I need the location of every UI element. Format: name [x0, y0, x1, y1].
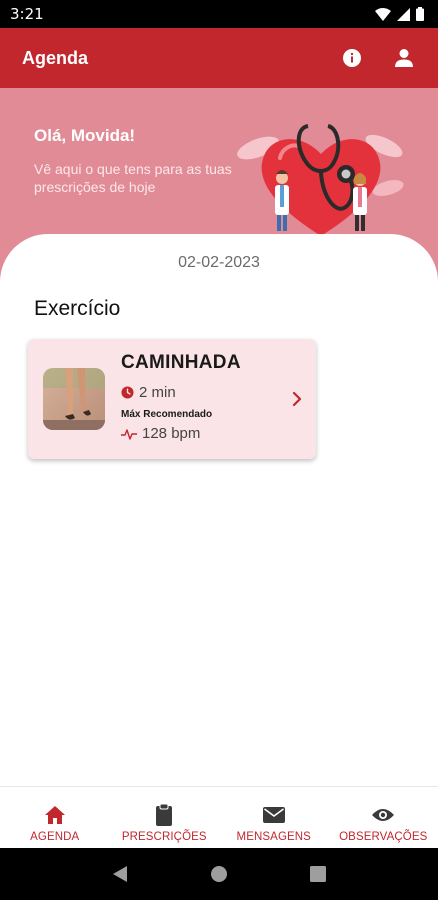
app-actions: [340, 46, 416, 70]
clipboard-icon: [156, 804, 173, 826]
heart-doctors-illustration: [237, 124, 404, 236]
status-bar: 3:21: [0, 0, 438, 28]
status-icons: [375, 7, 424, 21]
signal-icon: [397, 7, 410, 21]
system-navigation-bar: [0, 848, 438, 900]
exercise-duration: 2 min: [139, 384, 176, 401]
nav-label-prescricoes: PRESCRIÇÕES: [121, 831, 207, 843]
heart-rate-icon: [121, 428, 137, 440]
app-title: Agenda: [22, 47, 89, 68]
exercise-duration-row: 2 min: [121, 384, 176, 401]
eye-icon: [372, 809, 395, 821]
exercise-card[interactable]: CAMINHADA 2 min Máx Recomendado 128 bpm: [28, 339, 316, 459]
exercise-thumbnail: [43, 368, 105, 430]
back-triangle-icon: [112, 866, 127, 882]
info-icon: [343, 49, 361, 67]
bottom-navigation: AGENDA PRESCRIÇÕES MENSAGENS OBSERVAÇÕES: [0, 786, 438, 848]
agenda-date: 02-02-2023: [178, 254, 260, 271]
home-circle-icon: [210, 866, 227, 882]
nav-item-mensagens[interactable]: MENSAGENS: [219, 787, 329, 848]
wifi-icon: [375, 7, 391, 21]
home-icon: [44, 806, 65, 824]
back-button[interactable]: [108, 862, 132, 886]
nav-item-observacoes[interactable]: OBSERVAÇÕES: [329, 787, 438, 848]
exercise-bpm-row: 128 bpm: [121, 425, 200, 442]
app-bar: Agenda: [0, 28, 438, 88]
profile-button[interactable]: [392, 46, 416, 70]
nav-item-agenda[interactable]: AGENDA: [0, 787, 110, 848]
nav-item-prescricoes[interactable]: PRESCRIÇÕES: [110, 787, 220, 848]
nav-label-mensagens: MENSAGENS: [236, 831, 311, 843]
person-icon: [395, 49, 413, 67]
nav-label-observacoes: OBSERVAÇÕES: [339, 831, 428, 843]
battery-icon: [416, 7, 424, 21]
clock-icon: [121, 386, 134, 399]
section-title-exercise: Exercício: [34, 297, 121, 320]
exercise-title: CAMINHADA: [121, 352, 241, 373]
greeting-subtitle: Vê aqui o que tens para as tuas prescriç…: [34, 161, 232, 195]
agenda-content: 02-02-2023 Exercício CAMINHADA 2 min Máx…: [0, 234, 438, 786]
nav-label-agenda: AGENDA: [30, 831, 80, 843]
exercise-bpm: 128 bpm: [142, 425, 201, 442]
home-system-button[interactable]: [207, 862, 231, 886]
envelope-icon: [262, 807, 285, 823]
chevron-right-icon: [292, 391, 302, 407]
info-button[interactable]: [340, 46, 364, 70]
greeting: Olá, Movida!: [34, 126, 136, 145]
recents-button[interactable]: [306, 862, 330, 886]
max-recommended-label: Máx Recomendado: [121, 409, 213, 420]
recents-square-icon: [310, 866, 327, 882]
status-time: 3:21: [10, 5, 44, 23]
